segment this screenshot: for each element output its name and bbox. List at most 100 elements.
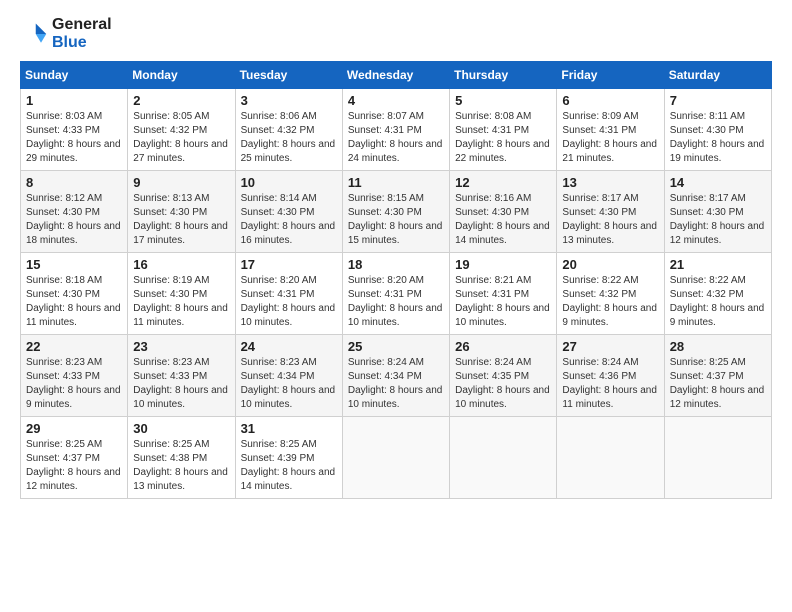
page: General Blue SundayMondayTuesdayWednesda…: [0, 0, 792, 612]
calendar-cell: 8Sunrise: 8:12 AMSunset: 4:30 PMDaylight…: [21, 171, 128, 253]
calendar-week-row: 22Sunrise: 8:23 AMSunset: 4:33 PMDayligh…: [21, 335, 772, 417]
calendar-cell: 27 Sunrise: 8:24 AM Sunset: 4:36 PM Dayligh…: [557, 335, 664, 417]
sunrise-label: Sunrise: 8:23 AM: [241, 357, 317, 368]
daylight-label: Daylight: 8 hours and 9 minutes.: [26, 385, 121, 410]
sunrise-label: Sunrise: 8:15 AM: [348, 193, 424, 204]
day-number: 15: [26, 257, 122, 272]
daylight-label: Daylight: 8 hours and 14 minutes.: [455, 221, 550, 246]
day-number: 12: [455, 175, 551, 190]
daylight-label: Daylight: 8 hours and 13 minutes.: [133, 467, 228, 492]
daylight-label: Daylight: 8 hours and 11 minutes.: [26, 303, 121, 328]
day-detail: Sunrise: 8:25 AMSunset: 4:37 PMDaylight:…: [670, 356, 766, 412]
sunrise-label: Sunrise: 8:22 AM: [562, 275, 638, 286]
sunset-label: Sunset: 4:32 PM: [670, 289, 744, 300]
day-detail: Sunrise: 8:16 AMSunset: 4:30 PMDaylight:…: [455, 192, 551, 248]
daylight-label: Daylight: 8 hours and 11 minutes.: [562, 385, 657, 410]
sunset-label: Sunset: 4:30 PM: [670, 207, 744, 218]
daylight-label: Daylight: 8 hours and 10 minutes.: [455, 303, 550, 328]
day-detail: Sunrise: 8:17 AMSunset: 4:30 PMDaylight:…: [562, 192, 658, 248]
calendar-cell: [342, 417, 449, 499]
daylight-label: Daylight: 8 hours and 11 minutes.: [133, 303, 228, 328]
calendar-cell: 30Sunrise: 8:25 AMSunset: 4:38 PMDayligh…: [128, 417, 235, 499]
sunset-label: Sunset: 4:30 PM: [133, 289, 207, 300]
day-number: 4: [348, 93, 444, 108]
daylight-label: Daylight: 8 hours and 12 minutes.: [670, 385, 765, 410]
day-number: 16: [133, 257, 229, 272]
calendar-cell: 14Sunrise: 8:17 AMSunset: 4:30 PMDayligh…: [664, 171, 771, 253]
calendar-table: SundayMondayTuesdayWednesdayThursdayFrid…: [20, 61, 772, 499]
daylight-label: Daylight: 8 hours and 27 minutes.: [133, 139, 228, 164]
header: General Blue: [20, 16, 772, 51]
day-number: 25: [348, 339, 444, 354]
sunrise-label: Sunrise: 8:12 AM: [26, 193, 102, 204]
calendar-body: 1Sunrise: 8:03 AMSunset: 4:33 PMDaylight…: [21, 89, 772, 499]
daylight-label: Daylight: 8 hours and 10 minutes.: [133, 385, 228, 410]
day-detail: Sunrise: 8:22 AMSunset: 4:32 PMDaylight:…: [670, 274, 766, 330]
daylight-label: Daylight: 8 hours and 13 minutes.: [562, 221, 657, 246]
calendar-cell: 17Sunrise: 8:20 AMSunset: 4:31 PMDayligh…: [235, 253, 342, 335]
sunrise-label: Sunrise: 8:24 AM: [562, 357, 638, 368]
calendar-cell: 24Sunrise: 8:23 AMSunset: 4:34 PMDayligh…: [235, 335, 342, 417]
sunset-label: Sunset: 4:35 PM: [455, 371, 529, 382]
day-number: 23: [133, 339, 229, 354]
day-number: 27: [562, 339, 658, 354]
day-detail: Sunrise: 8:23 AMSunset: 4:33 PMDaylight:…: [26, 356, 122, 412]
day-number: 19: [455, 257, 551, 272]
day-number: 26: [455, 339, 551, 354]
calendar-cell: [557, 417, 664, 499]
calendar-cell: 21 Sunrise: 8:22 AMSunset: 4:32 PMDayligh…: [664, 253, 771, 335]
calendar-cell: 12 Sunrise: 8:16 AMSunset: 4:30 PMDayligh…: [450, 171, 557, 253]
day-detail: Sunrise: 8:11 AMSunset: 4:30 PMDaylight:…: [670, 110, 766, 166]
daylight-label: Daylight: 8 hours and 10 minutes.: [348, 303, 443, 328]
sunrise-label: Sunrise: 8:17 AM: [670, 193, 746, 204]
daylight-label: Daylight: 8 hours and 10 minutes.: [455, 385, 550, 410]
daylight-label: Daylight: 8 hours and 14 minutes.: [241, 467, 336, 492]
calendar-cell: 25 Sunrise: 8:24 AMSunset: 4:34 PMDayligh…: [342, 335, 449, 417]
calendar-cell: 11Sunrise: 8:15 AMSunset: 4:30 PMDayligh…: [342, 171, 449, 253]
calendar-cell: 15 Sunrise: 8:18 AM Sunset: 4:30 PM Dayligh…: [21, 253, 128, 335]
calendar-cell: 13 Sunrise: 8:17 AMSunset: 4:30 PMDayligh…: [557, 171, 664, 253]
day-detail: Sunrise: 8:06 AMSunset: 4:32 PMDaylight:…: [241, 110, 337, 166]
weekday-header-thursday: Thursday: [450, 62, 557, 89]
sunset-label: Sunset: 4:36 PM: [562, 371, 636, 382]
day-number: 13: [562, 175, 658, 190]
calendar-cell: 22Sunrise: 8:23 AMSunset: 4:33 PMDayligh…: [21, 335, 128, 417]
calendar-cell: [450, 417, 557, 499]
calendar-cell: 18Sunrise: 8:20 AMSunset: 4:31 PMDayligh…: [342, 253, 449, 335]
sunrise-label: Sunrise: 8:11 AM: [670, 111, 745, 122]
daylight-label: Daylight: 8 hours and 24 minutes.: [348, 139, 443, 164]
day-number: 21: [670, 257, 766, 272]
logo-icon: [20, 20, 48, 48]
day-detail: Sunrise: 8:24 AMSunset: 4:34 PMDaylight:…: [348, 356, 444, 412]
sunrise-label: Sunrise: 8:08 AM: [455, 111, 531, 122]
sunrise-label: Sunrise: 8:18 AM: [26, 275, 102, 286]
day-number: 31: [241, 421, 337, 436]
day-number: 5: [455, 93, 551, 108]
day-number: 28: [670, 339, 766, 354]
calendar-cell: 23Sunrise: 8:23 AMSunset: 4:33 PMDayligh…: [128, 335, 235, 417]
sunset-label: Sunset: 4:34 PM: [241, 371, 315, 382]
weekday-header-tuesday: Tuesday: [235, 62, 342, 89]
weekday-header-saturday: Saturday: [664, 62, 771, 89]
sunrise-label: Sunrise: 8:09 AM: [562, 111, 638, 122]
day-number: 24: [241, 339, 337, 354]
daylight-label: Daylight: 8 hours and 29 minutes.: [26, 139, 121, 164]
day-number: 1: [26, 93, 122, 108]
sunset-label: Sunset: 4:30 PM: [348, 207, 422, 218]
sunset-label: Sunset: 4:30 PM: [133, 207, 207, 218]
calendar-cell: 1Sunrise: 8:03 AMSunset: 4:33 PMDaylight…: [21, 89, 128, 171]
day-detail: Sunrise: 8:09 AMSunset: 4:31 PMDaylight:…: [562, 110, 658, 166]
sunrise-label: Sunrise: 8:25 AM: [133, 439, 209, 450]
sunrise-label: Sunrise: 8:24 AM: [455, 357, 531, 368]
day-detail: Sunrise: 8:07 AMSunset: 4:31 PMDaylight:…: [348, 110, 444, 166]
weekday-header-wednesday: Wednesday: [342, 62, 449, 89]
calendar-week-row: 15 Sunrise: 8:18 AM Sunset: 4:30 PM Dayligh…: [21, 253, 772, 335]
sunset-label: Sunset: 4:33 PM: [26, 125, 100, 136]
sunrise-label: Sunrise: 8:25 AM: [670, 357, 746, 368]
calendar-cell: 9Sunrise: 8:13 AMSunset: 4:30 PMDaylight…: [128, 171, 235, 253]
sunset-label: Sunset: 4:30 PM: [26, 289, 100, 300]
calendar-cell: 3Sunrise: 8:06 AMSunset: 4:32 PMDaylight…: [235, 89, 342, 171]
daylight-label: Daylight: 8 hours and 15 minutes.: [348, 221, 443, 246]
daylight-label: Daylight: 8 hours and 12 minutes.: [26, 467, 121, 492]
day-detail: Sunrise: 8:21 AMSunset: 4:31 PMDaylight:…: [455, 274, 551, 330]
